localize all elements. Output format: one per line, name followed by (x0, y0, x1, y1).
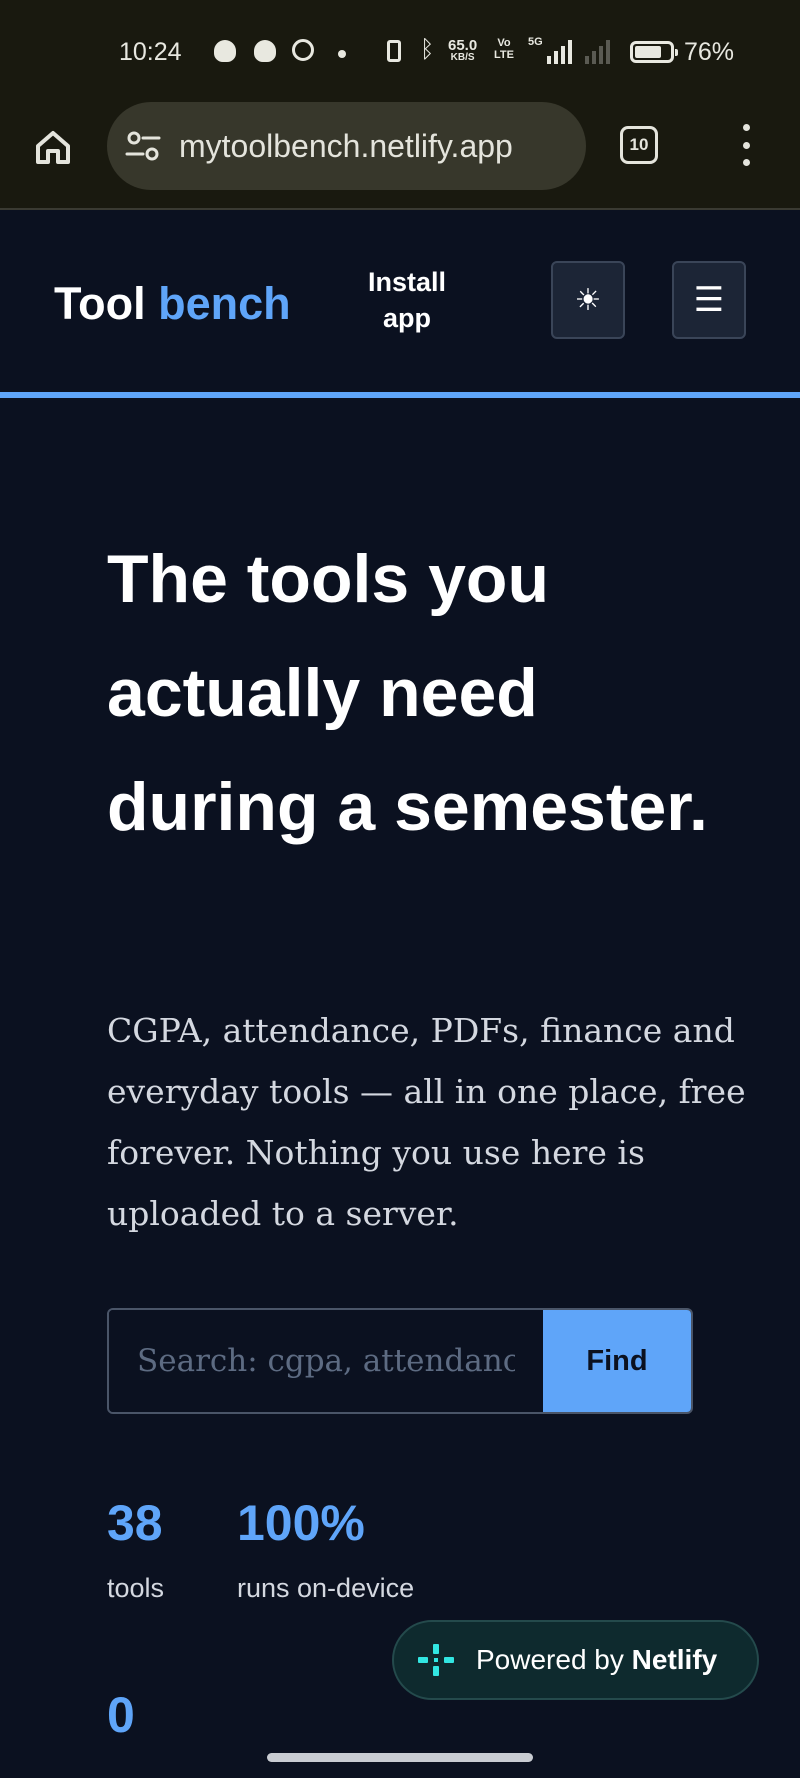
hero-title: The tools you actually need during a sem… (107, 541, 708, 845)
snapchat-icon (254, 40, 276, 62)
home-button[interactable] (30, 124, 76, 170)
theme-toggle-button[interactable]: ☀ (551, 261, 625, 339)
stat-tools-label: tools (107, 1573, 165, 1603)
header-accent-divider (0, 392, 800, 398)
netlify-badge-brand: Netlify (631, 1644, 718, 1675)
dot-icon (338, 50, 346, 58)
tab-switcher-button[interactable]: 10 (620, 126, 658, 164)
stat-ondevice-value: 100% (237, 1495, 365, 1551)
logo-accent: bench (158, 278, 291, 329)
netlify-badge[interactable]: Powered by Netlify (392, 1620, 759, 1700)
status-time: 10:24 (119, 38, 182, 66)
more-options-icon[interactable] (736, 124, 756, 166)
logo-primary: Tool (54, 278, 146, 329)
stat-ondevice-label: runs on-device (237, 1573, 415, 1603)
volte-top: Vo (497, 37, 511, 49)
address-bar[interactable]: mytoolbench.netlify.app (107, 102, 586, 190)
signal-icon (585, 40, 610, 64)
install-app-line2: app (382, 303, 431, 334)
volte-bottom: LTE (494, 48, 514, 61)
stat-tools-value: 38 (107, 1495, 163, 1551)
site-logo[interactable]: Tool bench (54, 278, 291, 330)
site-settings-icon[interactable] (125, 130, 161, 162)
site-header: Tool bench Install app ☀ ☰ (0, 210, 800, 392)
snapchat-icon (214, 40, 236, 62)
network-speed-value: 65.0 (448, 37, 478, 54)
sun-icon: ☀ (574, 282, 602, 318)
home-icon (36, 131, 70, 164)
browser-toolbar: mytoolbench.netlify.app 10 (0, 100, 800, 210)
netlify-badge-text: Powered by Netlify (476, 1644, 717, 1676)
status-bar: 10:24 ᛒ 65.0 KB/S Vo LTE 5G 76% (0, 0, 800, 100)
vibrate-icon (387, 40, 401, 62)
install-app-line1: Install (367, 267, 447, 297)
network-type: 5G (528, 36, 543, 48)
install-app-button[interactable]: Install app (348, 264, 466, 337)
menu-button[interactable]: ☰ (672, 261, 746, 339)
battery-percent: 76% (684, 38, 735, 66)
stat-third-value: 0 (107, 1687, 135, 1743)
url-text[interactable]: mytoolbench.netlify.app (179, 128, 513, 165)
signal-icon (547, 40, 572, 64)
gesture-navigation-bar[interactable] (267, 1753, 533, 1762)
battery-icon (630, 41, 678, 63)
netlify-badge-prefix: Powered by (476, 1644, 624, 1675)
battery-fill (635, 46, 661, 58)
bluetooth-icon: ᛒ (420, 36, 435, 63)
network-speed-unit: KB/S (450, 52, 475, 63)
netlify-logo-icon (418, 1644, 454, 1676)
whatsapp-icon (292, 39, 314, 61)
find-button[interactable]: Find (543, 1310, 691, 1412)
volte-indicator: Vo LTE (494, 37, 514, 61)
tool-search-form: Find (107, 1308, 693, 1414)
network-speed: 65.0 KB/S (448, 38, 477, 63)
tool-search-input[interactable] (109, 1310, 543, 1412)
hamburger-menu-icon: ☰ (693, 280, 725, 320)
hero-description: CGPA, attendance, PDFs, finance and ever… (107, 1011, 746, 1233)
